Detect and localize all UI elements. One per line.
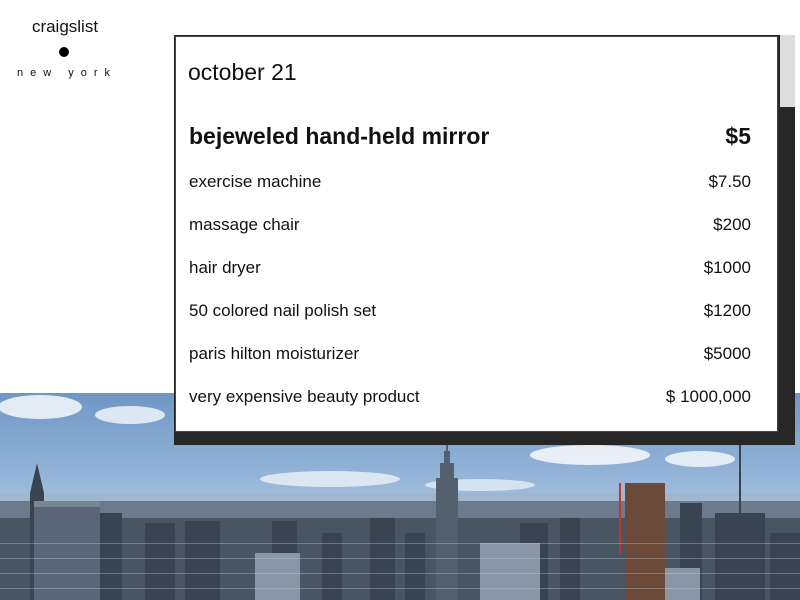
- brand-header: craigslist new york: [0, 0, 130, 90]
- listing-price: $7.50: [708, 172, 751, 191]
- listing-row[interactable]: massage chair $200: [189, 215, 751, 235]
- scrollbar-track[interactable]: [780, 35, 795, 445]
- listing-row[interactable]: paris hilton moisturizer $5000: [189, 344, 751, 364]
- listing-title[interactable]: massage chair: [189, 215, 300, 235]
- dot-icon: [59, 47, 69, 57]
- listing-row[interactable]: bejeweled hand-held mirror $5: [189, 123, 751, 150]
- city-name: new york: [16, 67, 118, 79]
- listing-row[interactable]: hair dryer $1000: [189, 258, 751, 278]
- listing-title[interactable]: hair dryer: [189, 258, 261, 278]
- listing-date: october 21: [188, 59, 297, 85]
- listing-title[interactable]: bejeweled hand-held mirror: [189, 123, 489, 150]
- listing-price: $200: [713, 215, 751, 234]
- listing-price: $ 1000,000: [665, 387, 751, 406]
- listing-title[interactable]: very expensive beauty product: [189, 387, 420, 407]
- listing-price: $5000: [703, 344, 751, 363]
- listing-price: $5: [725, 123, 751, 149]
- listing-card: october 21 bejeweled hand-held mirror $5…: [175, 36, 778, 432]
- listing-row[interactable]: 50 colored nail polish set $1200: [189, 301, 751, 321]
- listing-title[interactable]: 50 colored nail polish set: [189, 301, 376, 321]
- listing-row[interactable]: very expensive beauty product $ 1000,000: [189, 387, 751, 407]
- listing-title[interactable]: paris hilton moisturizer: [189, 344, 359, 364]
- brand-name[interactable]: craigslist: [0, 17, 130, 37]
- listing-title[interactable]: exercise machine: [189, 172, 321, 192]
- listing-price: $1000: [703, 258, 751, 277]
- listing-row[interactable]: exercise machine $7.50: [189, 172, 751, 192]
- listing-price: $1200: [703, 301, 751, 320]
- scrollbar-thumb[interactable]: [780, 35, 795, 107]
